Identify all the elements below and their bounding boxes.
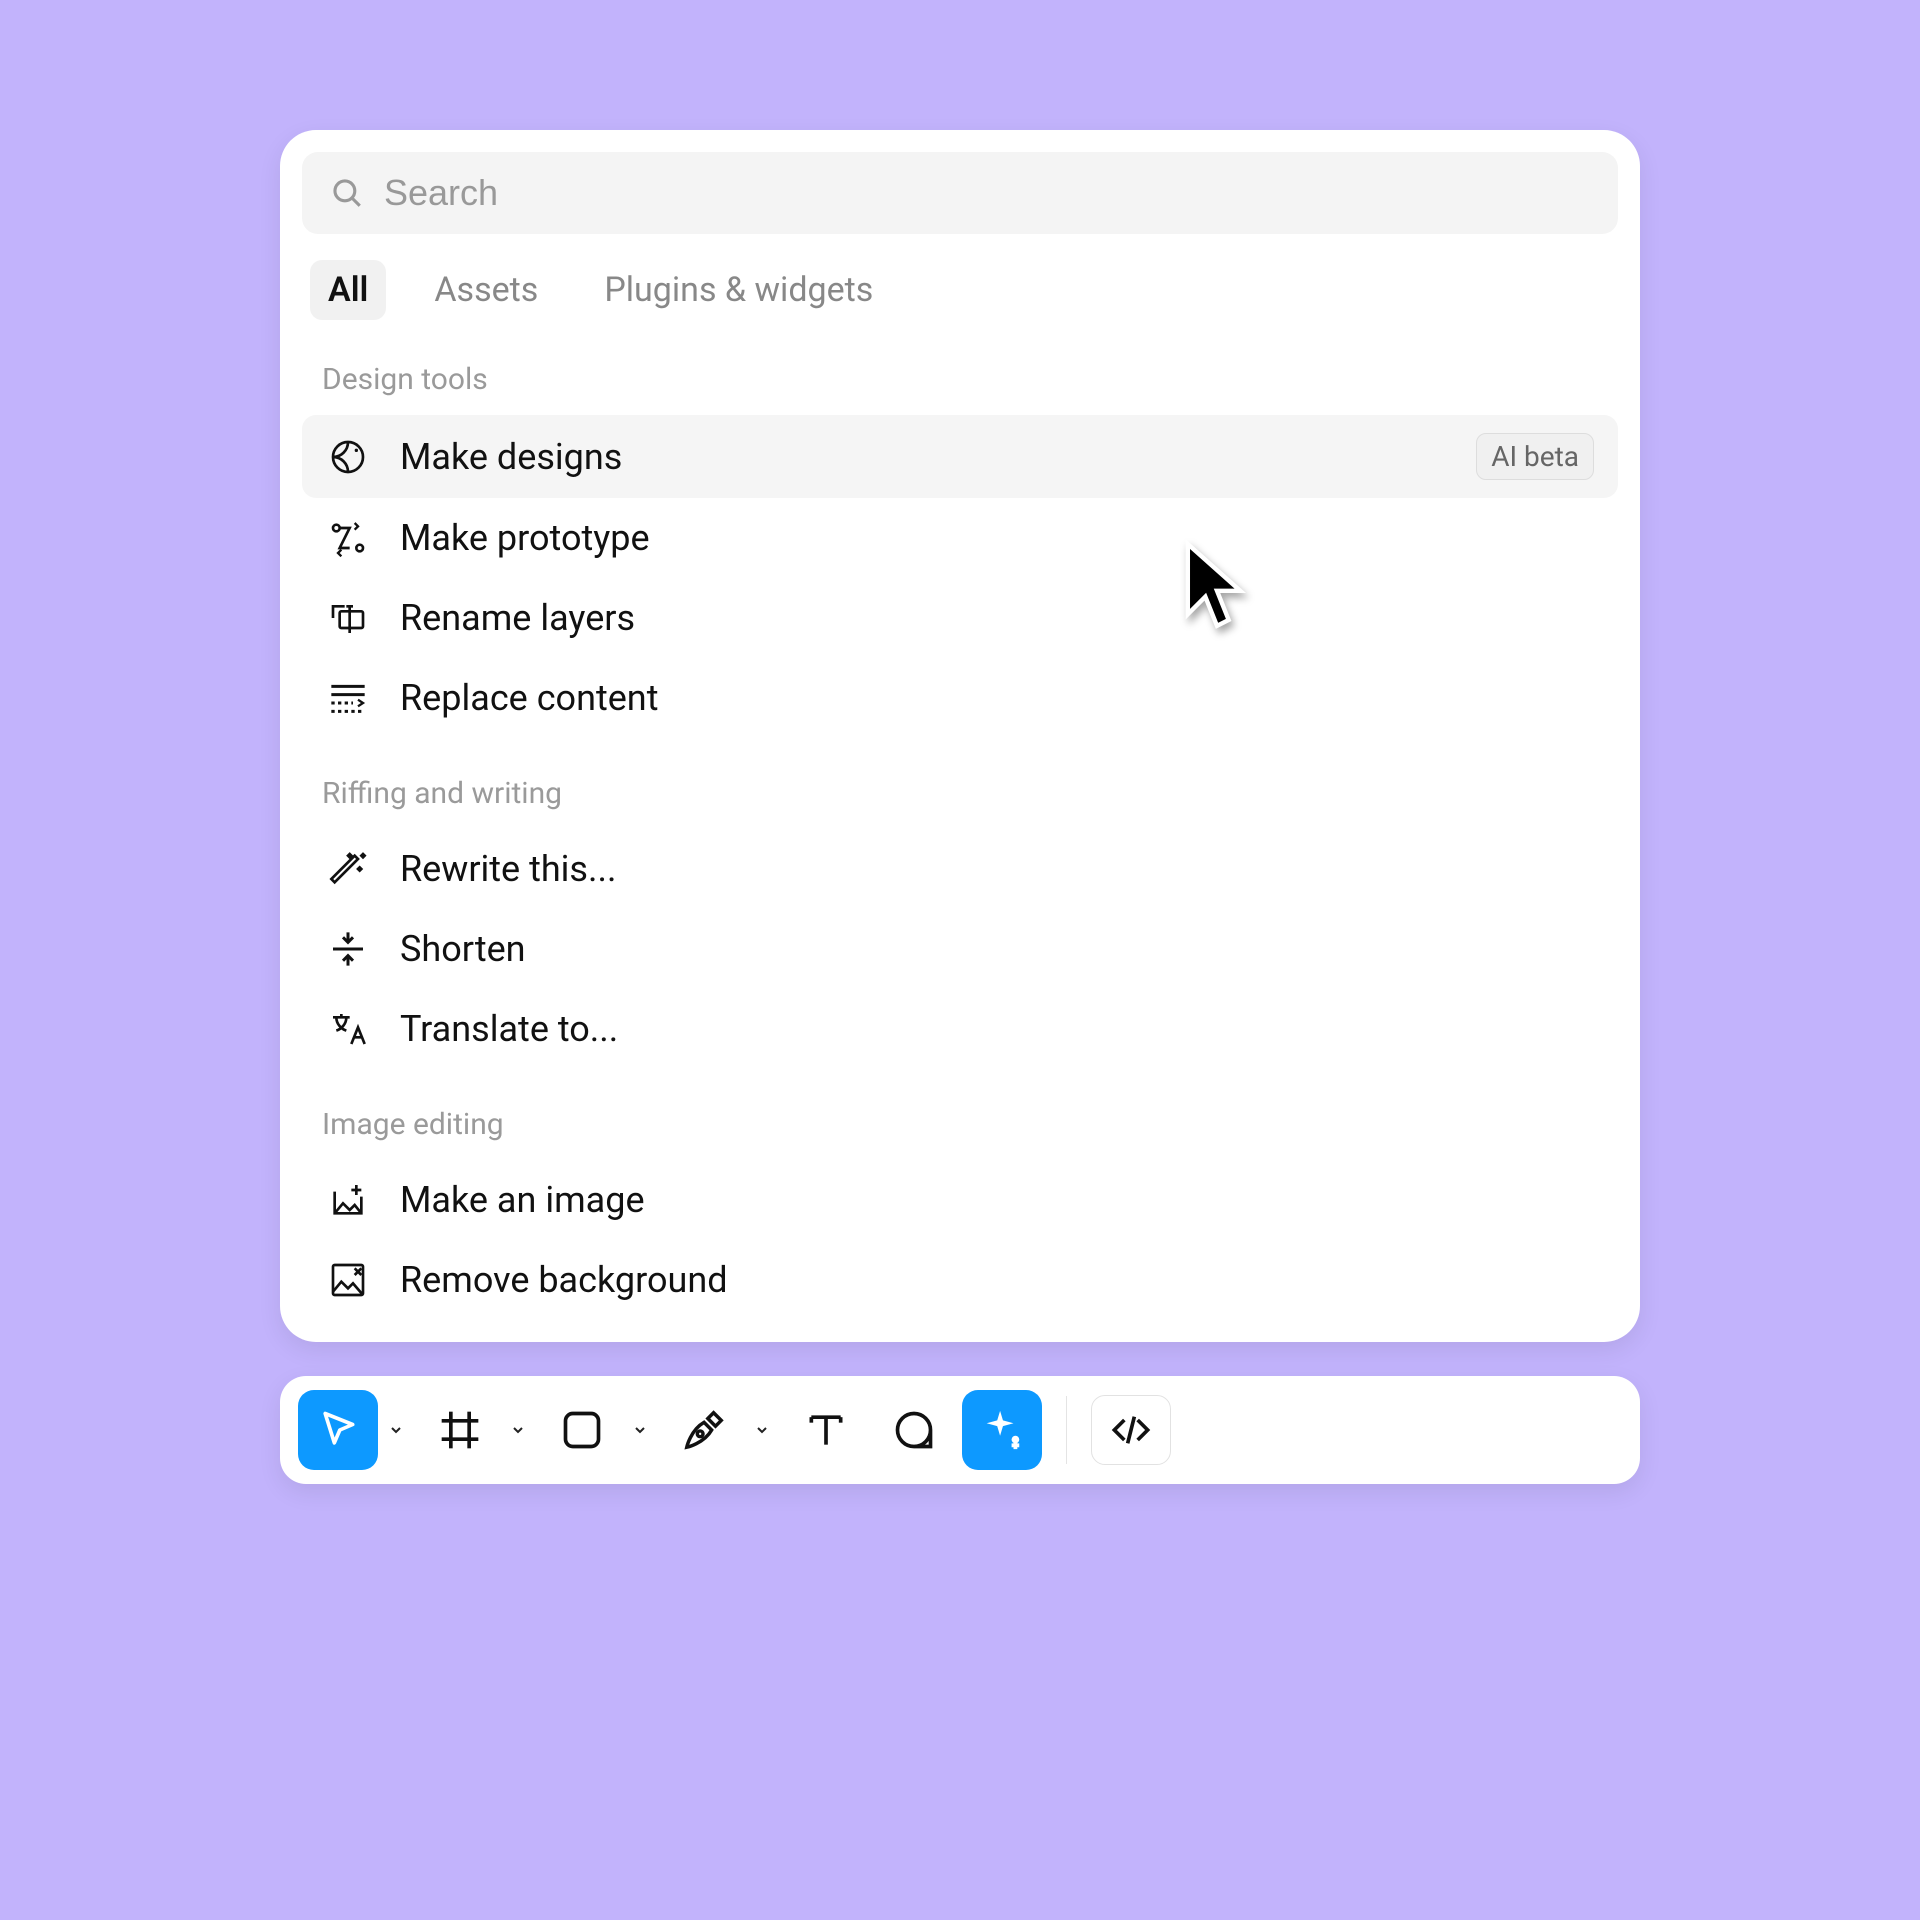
ai-tool[interactable]	[962, 1390, 1042, 1470]
make-image-icon	[326, 1178, 370, 1222]
row-label: Rename layers	[400, 597, 1594, 639]
prototype-flow-icon	[326, 516, 370, 560]
search-box[interactable]	[302, 152, 1618, 234]
move-tool[interactable]	[298, 1390, 378, 1470]
ai-beta-badge: AI beta	[1476, 433, 1594, 480]
comment-tool[interactable]	[874, 1390, 954, 1470]
translate-icon	[326, 1007, 370, 1051]
shape-tool-group	[542, 1390, 656, 1470]
pen-tool-chevron[interactable]	[746, 1390, 778, 1470]
row-label: Replace content	[400, 677, 1594, 719]
tab-all[interactable]: All	[310, 260, 386, 320]
row-replace-content[interactable]: Replace content	[302, 658, 1618, 738]
tab-plugins-widgets[interactable]: Plugins & widgets	[586, 260, 891, 320]
move-tool-chevron[interactable]	[380, 1390, 412, 1470]
row-remove-background[interactable]: Remove background	[302, 1240, 1618, 1320]
shorten-icon	[326, 927, 370, 971]
row-rewrite-this[interactable]: Rewrite this...	[302, 829, 1618, 909]
row-make-prototype[interactable]: Make prototype	[302, 498, 1618, 578]
remove-bg-icon	[326, 1258, 370, 1302]
frame-tool-chevron[interactable]	[502, 1390, 534, 1470]
toolbar	[280, 1376, 1640, 1484]
shape-tool[interactable]	[542, 1390, 622, 1470]
text-tool[interactable]	[786, 1390, 866, 1470]
row-label: Make prototype	[400, 517, 1594, 559]
row-translate-to[interactable]: Translate to...	[302, 989, 1618, 1069]
tab-assets[interactable]: Assets	[416, 260, 556, 320]
row-label: Rewrite this...	[400, 848, 1594, 890]
row-label: Make an image	[400, 1179, 1594, 1221]
row-label: Shorten	[400, 928, 1594, 970]
rename-layers-icon	[326, 596, 370, 640]
magic-wand-icon	[326, 847, 370, 891]
move-tool-group	[298, 1390, 412, 1470]
section-header-image-editing: Image editing	[302, 1093, 1618, 1160]
row-rename-layers[interactable]: Rename layers	[302, 578, 1618, 658]
row-make-designs[interactable]: Make designs AI beta	[302, 415, 1618, 498]
toolbar-divider	[1066, 1396, 1067, 1464]
row-label: Translate to...	[400, 1008, 1594, 1050]
shape-tool-chevron[interactable]	[624, 1390, 656, 1470]
frame-tool[interactable]	[420, 1390, 500, 1470]
frame-tool-group	[420, 1390, 534, 1470]
search-input[interactable]	[384, 172, 1590, 214]
filter-tabs: All Assets Plugins & widgets	[302, 256, 1618, 348]
row-shorten[interactable]: Shorten	[302, 909, 1618, 989]
section-header-riffing-writing: Riffing and writing	[302, 762, 1618, 829]
row-make-an-image[interactable]: Make an image	[302, 1160, 1618, 1240]
search-icon	[330, 176, 364, 210]
dev-mode-toggle[interactable]	[1179, 1395, 1229, 1465]
pen-tool-group	[664, 1390, 778, 1470]
pen-tool[interactable]	[664, 1390, 744, 1470]
row-label: Make designs	[400, 436, 1446, 478]
dev-mode-button[interactable]	[1091, 1395, 1171, 1465]
replace-content-icon	[326, 676, 370, 720]
actions-panel: All Assets Plugins & widgets Design tool…	[280, 130, 1640, 1342]
section-header-design-tools: Design tools	[302, 348, 1618, 415]
sparkle-cursor-icon	[326, 435, 370, 479]
row-label: Remove background	[400, 1259, 1594, 1301]
